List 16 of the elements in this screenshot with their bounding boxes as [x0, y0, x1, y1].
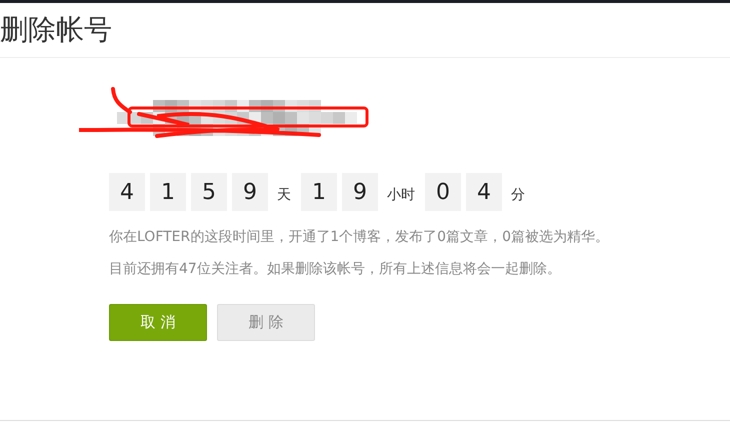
account-summary-text: 目前还拥有47位关注者。如果删除该帐号，所有上述信息将会一起删除。: [109, 260, 562, 279]
time-unit: 小时: [387, 186, 415, 204]
countdown-digit: 4: [466, 173, 502, 211]
countdown-digit: 9: [342, 173, 378, 211]
countdown-digit: 0: [425, 173, 461, 211]
time-unit: 分: [511, 186, 525, 204]
countdown-digit: 5: [191, 173, 227, 211]
cancel-button[interactable]: 取 消: [109, 304, 207, 341]
countdown-digit: 9: [232, 173, 268, 211]
account-summary-text: 你在LOFTER的这段时间里，开通了1个博客，发布了0篇文章，0篇被选为精华。: [109, 228, 610, 247]
countdown-digit: 1: [150, 173, 186, 211]
countdown-digit: 1: [301, 173, 337, 211]
delete-button[interactable]: 删 除: [217, 304, 315, 341]
countdown-digit: 4: [109, 173, 145, 211]
time-unit: 天: [277, 186, 291, 204]
page-title: 删除帐号: [0, 16, 112, 44]
